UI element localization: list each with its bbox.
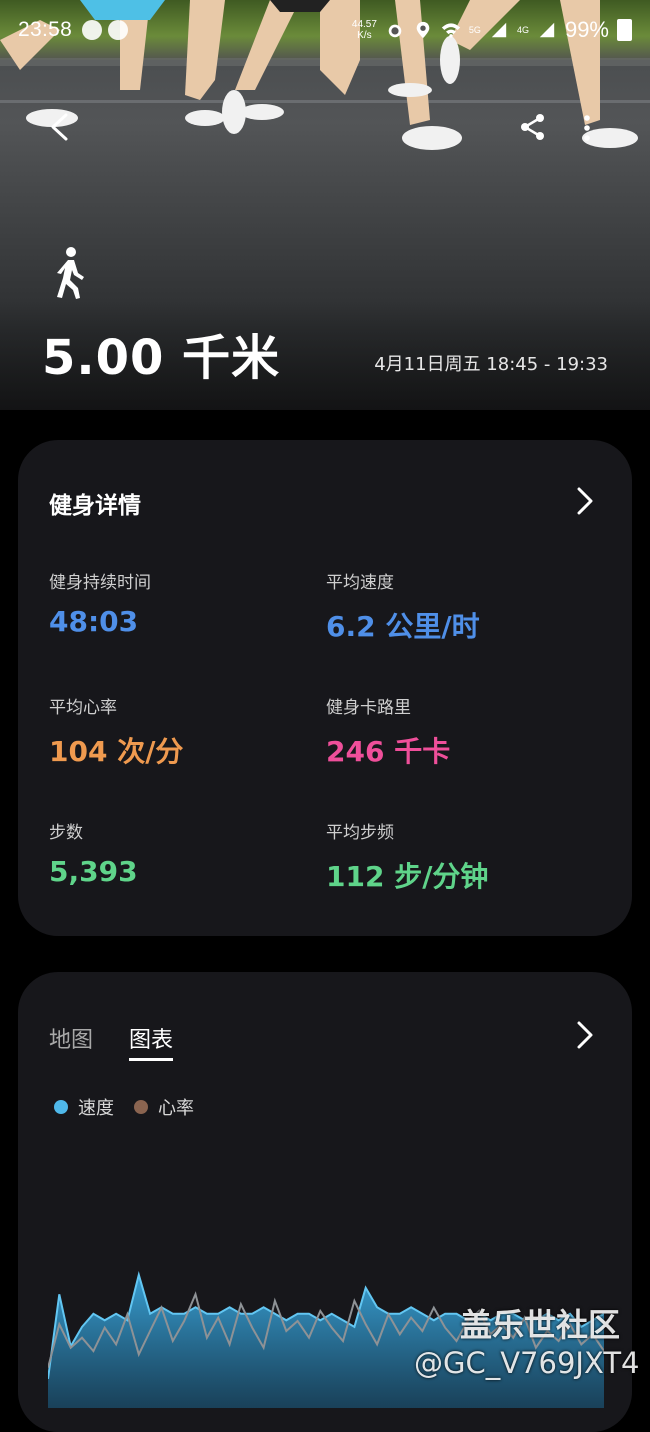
metric-value: 48:03 (49, 605, 139, 638)
battery-icon (617, 19, 632, 41)
metric-avg-cadence: 平均步频 112 步/分钟 (326, 818, 488, 895)
battery-percent: 99% (564, 17, 609, 42)
metric-label: 健身持续时间 (49, 573, 151, 593)
signal-4g-label: 4G (516, 25, 529, 35)
metric-calories: 健身卡路里 246 千卡 (326, 693, 450, 770)
metric-value: 246 千卡 (326, 735, 451, 768)
metric-label: 平均步频 (326, 823, 394, 843)
network-speed-unit: K/s (357, 30, 372, 41)
metric-value: 5,393 (49, 855, 138, 888)
metric-label: 步数 (49, 823, 83, 843)
metric-value: 112 步/分钟 (326, 860, 489, 893)
watermark-user: @GC_V769JXT4 (414, 1346, 640, 1380)
metric-avg-heart-rate: 平均心率 104 次/分 (49, 693, 183, 770)
notification-icon (82, 20, 103, 40)
hero-banner: 23:58 44.57 K/s 5G 4G 99% 5.00 千米 4月11日周… (0, 0, 650, 410)
more-options-icon[interactable] (582, 114, 592, 142)
location-icon (416, 21, 430, 39)
watermark-community: 盖乐世社区 (460, 1306, 621, 1344)
alarm-icon (388, 24, 402, 38)
tab-map[interactable]: 地图 (49, 1022, 93, 1061)
workout-details-card[interactable]: 健身详情 健身持续时间 48:03 平均速度 6.2 公里/时 平均心率 104… (18, 440, 632, 936)
status-bar: 23:58 44.57 K/s 5G 4G 99% (18, 14, 632, 46)
legend-dot-speed (54, 1100, 68, 1114)
metric-label: 平均速度 (326, 573, 394, 593)
signal-bars-2-icon (539, 22, 555, 38)
back-arrow-icon[interactable] (48, 112, 72, 142)
legend-label-speed: 速度 (78, 1098, 114, 1119)
chart-legend: 速度 心率 (54, 1094, 194, 1120)
network-speed: 44.57 K/s (352, 19, 377, 41)
metric-duration: 健身持续时间 48:03 (49, 568, 151, 638)
network-speed-value: 44.57 (351, 19, 377, 30)
status-time: 23:58 (18, 18, 73, 41)
wifi-icon (441, 23, 461, 38)
signal-bars-icon (491, 22, 507, 38)
status-left-icons (82, 20, 129, 40)
distance-value: 5.00 千米 (42, 330, 281, 386)
metric-value: 104 次/分 (49, 735, 184, 768)
legend-label-heart-rate: 心率 (158, 1098, 194, 1119)
metric-value: 6.2 公里/时 (326, 610, 480, 643)
legend-dot-heart-rate (134, 1100, 148, 1114)
do-not-disturb-icon (108, 20, 129, 40)
metric-label: 健身卡路里 (326, 698, 411, 718)
walk-icon (57, 247, 84, 299)
workout-date-range: 4月11日周五 18:45 - 19:33 (374, 354, 608, 375)
chart-tabs: 地图 图表 (49, 1022, 174, 1061)
details-title: 健身详情 (49, 493, 141, 519)
share-icon[interactable] (520, 113, 546, 141)
metric-label: 平均心率 (49, 698, 117, 718)
chevron-right-icon[interactable] (576, 486, 594, 516)
status-right-icons: 44.57 K/s 5G 4G 99% (352, 17, 632, 43)
tab-chart[interactable]: 图表 (129, 1022, 174, 1061)
signal-5g-label: 5G (468, 25, 481, 35)
chevron-right-icon[interactable] (576, 1020, 594, 1050)
metric-steps: 步数 5,393 (49, 818, 138, 888)
metric-avg-speed: 平均速度 6.2 公里/时 (326, 568, 480, 645)
